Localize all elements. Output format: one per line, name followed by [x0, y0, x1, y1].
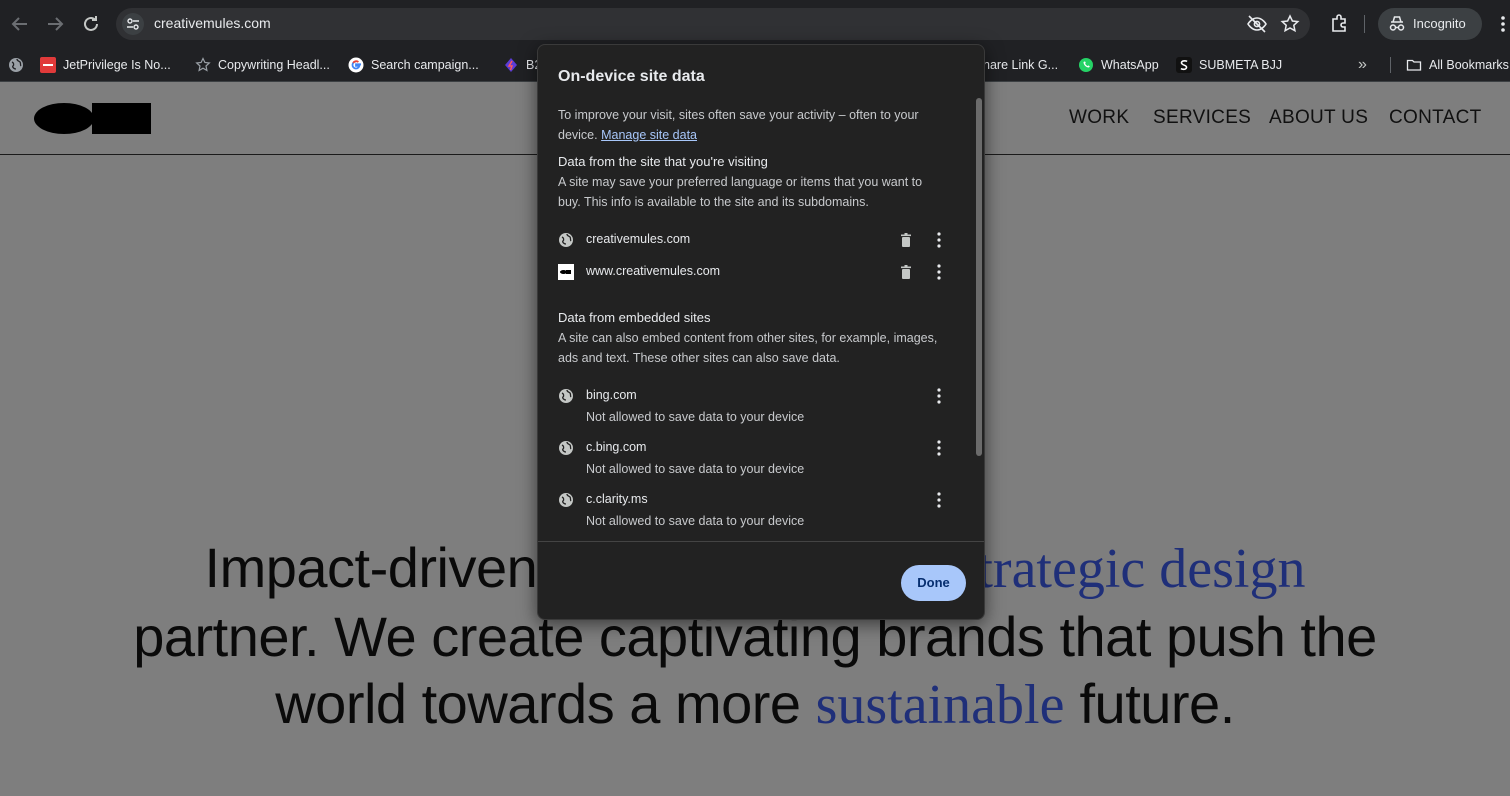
- section-title: Data from embedded sites: [558, 310, 711, 325]
- hero-highlight: sustainable: [815, 674, 1065, 736]
- bookmark-label: SUBMETA BJJ: [1199, 58, 1283, 72]
- bookmark-item[interactable]: Copywriting Headl...: [195, 48, 330, 82]
- site-data-dialog: On-device site data To improve your visi…: [537, 44, 985, 620]
- site-logo-oval[interactable]: [34, 103, 94, 134]
- site-info-button[interactable]: [122, 13, 144, 35]
- tracking-protection-button[interactable]: [1246, 13, 1268, 35]
- bookmark-label: Search campaign...: [371, 58, 479, 72]
- b2-icon: [505, 58, 517, 72]
- incognito-label: Incognito: [1413, 16, 1466, 31]
- nav-work[interactable]: WORK: [1069, 107, 1129, 129]
- site-name: c.bing.com: [586, 440, 647, 454]
- bookmark-apps[interactable]: [8, 48, 31, 82]
- site-logo-rect[interactable]: [92, 103, 151, 134]
- site-name: c.clarity.ms: [586, 492, 648, 506]
- nav-about-us[interactable]: ABOUT US: [1269, 107, 1368, 129]
- bookmark-star-button[interactable]: [1279, 13, 1301, 35]
- back-button[interactable]: [8, 12, 32, 36]
- bookmark-label: Copywriting Headl...: [218, 58, 330, 72]
- bookmark-item[interactable]: Search campaign...: [348, 48, 479, 82]
- bookmark-item[interactable]: JetPrivilege Is No...: [40, 48, 171, 82]
- globe-icon: [559, 233, 573, 247]
- bookmarks-divider: [1390, 57, 1391, 73]
- hero-text: future.: [1064, 672, 1235, 735]
- more-vertical-icon[interactable]: [934, 231, 944, 249]
- trash-icon[interactable]: [898, 264, 914, 280]
- globe-icon: [559, 389, 573, 403]
- submeta-icon: [1176, 57, 1192, 73]
- dialog-intro: To improve your visit, sites often save …: [558, 105, 948, 145]
- nav-contact[interactable]: CONTACT: [1389, 107, 1482, 129]
- extensions-button[interactable]: [1328, 12, 1352, 36]
- all-bookmarks-button[interactable]: All Bookmarks: [1406, 48, 1509, 82]
- bookmark-label: hare Link G...: [983, 58, 1059, 72]
- all-bookmarks-label: All Bookmarks: [1429, 58, 1509, 72]
- dialog-title: On-device site data: [558, 68, 705, 85]
- done-button[interactable]: Done: [901, 565, 966, 601]
- browser-menu-button[interactable]: [1496, 12, 1510, 36]
- hero-text: Impact-driven t: [204, 536, 568, 599]
- reload-icon: [84, 16, 98, 31]
- browser-toolbar: creativemules.com Incognito: [0, 0, 1510, 48]
- dialog-scroll-area[interactable]: To improve your visit, sites often save …: [538, 95, 984, 541]
- whatsapp-icon: [1079, 58, 1093, 72]
- incognito-icon: [1389, 16, 1405, 31]
- url-text[interactable]: creativemules.com: [154, 15, 271, 31]
- globe-icon: [559, 441, 573, 455]
- folder-icon: [1406, 59, 1422, 71]
- creativemules-favicon-icon: [558, 264, 574, 280]
- forward-button[interactable]: [43, 12, 67, 36]
- site-name: bing.com: [586, 388, 637, 402]
- site-status: Not allowed to save data to your device: [586, 514, 805, 528]
- site-status: Not allowed to save data to your device: [586, 462, 805, 476]
- google-icon: [348, 57, 364, 73]
- bookmarks-overflow-button[interactable]: »: [1358, 48, 1367, 82]
- more-vertical-icon[interactable]: [934, 263, 944, 281]
- more-vertical-icon: [1501, 16, 1505, 32]
- trash-icon[interactable]: [898, 232, 914, 248]
- arrow-right-icon: [48, 17, 64, 31]
- bookmark-label: JetPrivilege Is No...: [63, 58, 171, 72]
- chevron-double-right-icon: »: [1358, 56, 1367, 73]
- address-bar[interactable]: creativemules.com: [116, 8, 1310, 40]
- site-status: Not allowed to save data to your device: [586, 410, 805, 424]
- more-vertical-icon[interactable]: [934, 387, 944, 405]
- hero-highlight: trategic design: [977, 538, 1306, 600]
- site-name: creativemules.com: [586, 232, 691, 246]
- globe-icon: [9, 58, 23, 72]
- incognito-button[interactable]: Incognito: [1378, 8, 1482, 40]
- globe-icon: [559, 493, 573, 507]
- bookmark-item[interactable]: WhatsApp: [1078, 48, 1159, 82]
- star-icon: [195, 57, 211, 72]
- manage-site-data-link[interactable]: Manage site data: [601, 128, 697, 142]
- star-outline-icon: [1280, 14, 1300, 33]
- puzzle-icon: [1332, 14, 1346, 32]
- dialog-divider: [538, 541, 984, 542]
- toolbar-divider: [1364, 15, 1365, 33]
- more-vertical-icon[interactable]: [934, 439, 944, 457]
- eye-off-icon: [1247, 15, 1267, 33]
- bookmark-item[interactable]: hare Link G...: [983, 48, 1058, 82]
- tune-icon: [127, 18, 139, 30]
- bookmark-item[interactable]: B2: [503, 48, 541, 82]
- section-description: A site can also embed content from other…: [558, 331, 938, 365]
- reload-button[interactable]: [79, 12, 103, 36]
- site-name: www.creativemules.com: [586, 264, 721, 278]
- bookmark-label: WhatsApp: [1101, 58, 1159, 72]
- jetprivilege-icon: [40, 57, 56, 73]
- section-title: Data from the site that you're visiting: [558, 154, 768, 169]
- section-description: A site may save your preferred language …: [558, 175, 923, 209]
- arrow-left-icon: [11, 17, 27, 31]
- dialog-scrollbar[interactable]: [976, 98, 982, 456]
- more-vertical-icon[interactable]: [934, 491, 944, 509]
- nav-services[interactable]: SERVICES: [1153, 107, 1251, 129]
- bookmark-item[interactable]: SUBMETA BJJ: [1176, 48, 1282, 82]
